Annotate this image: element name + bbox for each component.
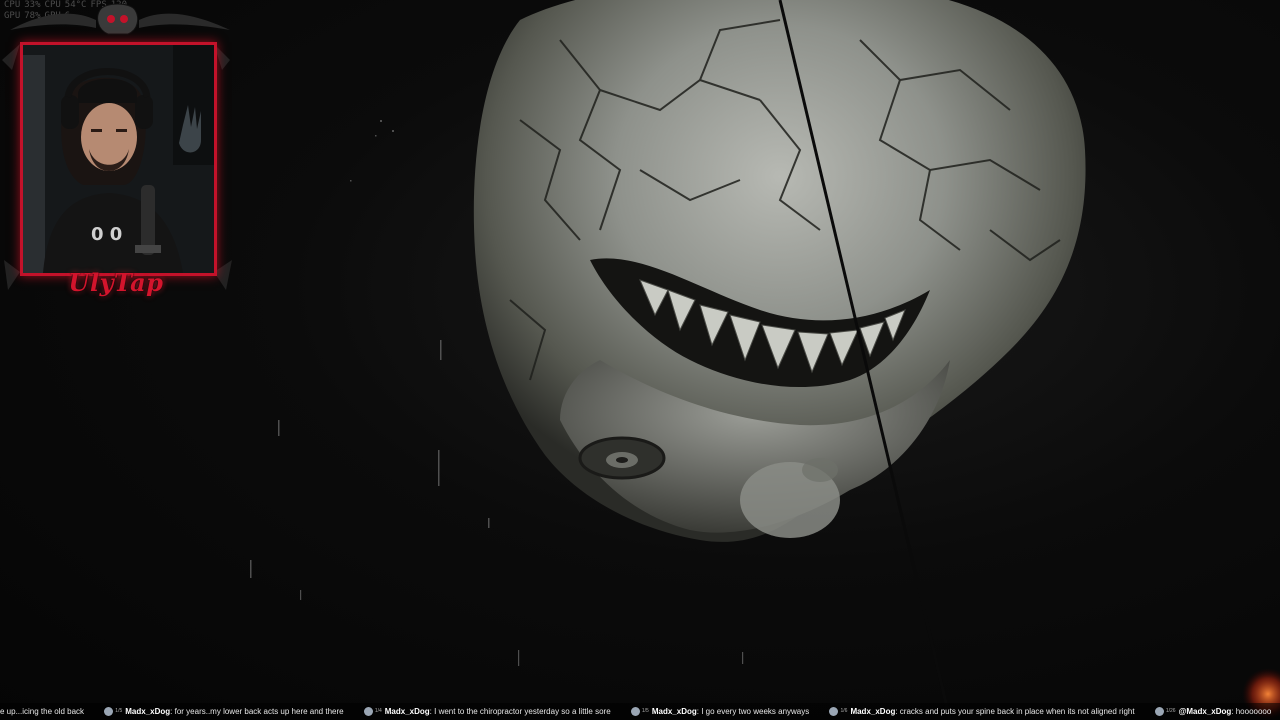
chat-username: Madx_xDog <box>125 707 171 716</box>
webcam-feed-frame: 0 0 <box>20 42 217 276</box>
chat-message: e up...icing the old back <box>0 703 84 720</box>
chat-ticker: e up...icing the old back 1/5 Madx_xDog: … <box>0 703 1280 720</box>
chat-text: cracks and puts your spine back in place… <box>899 707 1135 716</box>
chat-text: hooooooo <box>1235 707 1272 716</box>
chat-message: 1/6 Madx_xDog: cracks and puts your spine… <box>829 703 1135 720</box>
chat-message: 1/5 Madx_xDog: I go every two weeks anywa… <box>630 703 810 720</box>
chat-level: 1/4 <box>374 708 382 715</box>
user-avatar-icon <box>630 707 640 717</box>
chat-message: 1/26 @Madx_xDog: hooooooo <box>1154 703 1272 720</box>
user-avatar-icon <box>829 707 839 717</box>
chat-text: for years..my lower back acts up here an… <box>174 707 344 716</box>
chat-level: 1/5 <box>115 708 123 715</box>
chat-level: 1/6 <box>840 708 848 715</box>
user-avatar-icon <box>1154 707 1164 717</box>
chat-text: e up...icing the old back <box>0 707 85 716</box>
chat-level: 1/5 <box>641 708 649 715</box>
chat-text: I went to the chiropractor yesterday so … <box>434 707 611 716</box>
chat-username: @Madx_xDog <box>1178 707 1232 716</box>
chat-username: Madx_xDog <box>850 707 896 716</box>
chat-message: 1/4 Madx_xDog: I went to the chiropractor… <box>363 703 611 720</box>
monster-head <box>473 0 1086 542</box>
webcam-feed: 0 0 <box>23 45 214 273</box>
chat-username: Madx_xDog <box>651 707 697 716</box>
skull-icon <box>97 3 139 35</box>
chat-text: I go every two weeks anyways <box>701 707 810 716</box>
chat-username: Madx_xDog <box>384 707 430 716</box>
webcam-overlay: 0 0 UlyTap <box>0 0 240 305</box>
svg-text:0 0: 0 0 <box>91 224 122 245</box>
user-avatar-icon <box>104 707 114 717</box>
streamer-name-logo: UlyTap <box>68 268 164 297</box>
chat-level: 1/26 <box>1165 708 1176 715</box>
user-avatar-icon <box>363 707 373 717</box>
chat-message: 1/5 Madx_xDog: for years..my lower back a… <box>104 703 344 720</box>
